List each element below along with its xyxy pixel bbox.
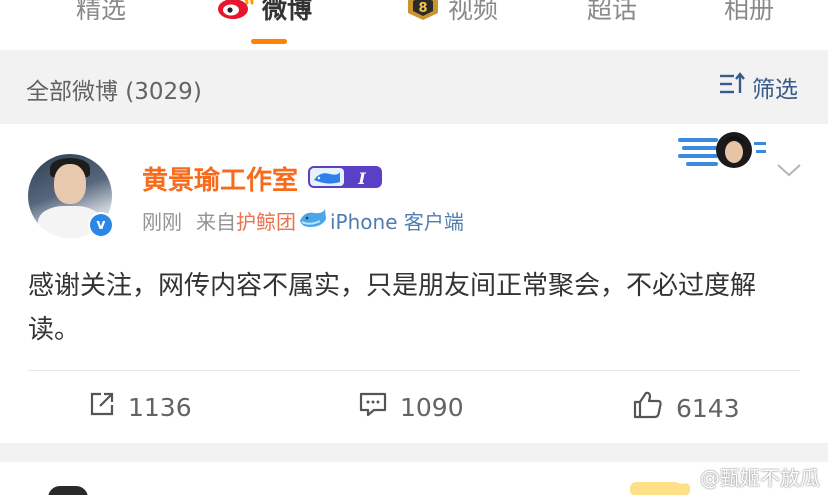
like-count: 6143: [676, 393, 740, 423]
filter-button[interactable]: 筛选: [718, 70, 798, 104]
post-meta: 刚刚 来自 护鲸团 iPhone 客户端: [142, 206, 464, 235]
weibo-watermark-icon: [672, 464, 700, 489]
tab-featured[interactable]: 精选: [76, 0, 126, 26]
vip-whale-badge-icon[interactable]: I: [298, 162, 384, 196]
active-tab-indicator: [251, 39, 287, 44]
divider: [28, 370, 800, 371]
source-name[interactable]: 护鲸团: [236, 206, 296, 235]
whale-icon: [296, 207, 330, 234]
weibo-logo-icon: [216, 0, 256, 27]
tab-label: 精选: [76, 0, 127, 24]
watermark-text: @甄姬不放瓜: [700, 466, 820, 490]
repost-icon: [88, 390, 128, 424]
next-post-avatar[interactable]: [48, 486, 88, 495]
source-prefix: 来自: [196, 210, 236, 234]
filter-icon: [718, 72, 752, 102]
post-count-title: 全部微博 (3029): [26, 79, 202, 105]
source-client[interactable]: iPhone 客户端: [330, 206, 464, 235]
like-icon: [632, 390, 676, 426]
tab-label: 相册: [724, 0, 775, 24]
author-name[interactable]: 黄景瑜工作室: [142, 160, 298, 197]
filter-button-label: 筛选: [752, 77, 798, 103]
tab-album[interactable]: 相册: [724, 0, 774, 26]
repost-button[interactable]: 1136: [88, 390, 192, 424]
comment-button[interactable]: 1090: [358, 390, 464, 424]
comment-icon: [358, 390, 400, 424]
repost-count: 1136: [128, 392, 192, 422]
vip-level: I: [357, 169, 366, 188]
tab-weibo[interactable]: 微博: [216, 0, 312, 26]
comment-count: 1090: [400, 392, 464, 422]
tab-label: 视频: [448, 0, 499, 24]
like-button[interactable]: 6143: [632, 390, 740, 426]
video-badge-icon: 8: [404, 0, 442, 27]
tab-label: 微博: [262, 0, 313, 24]
post-card: v 黄景瑜工作室 I 刚刚 来自 护鲸团 iPhone 客户端 感谢关注，网传内…: [0, 124, 828, 443]
author-row: 黄景瑜工作室 I: [142, 160, 384, 197]
post-text: 感谢关注，网传内容不属实，只是朋友间正常聚会，不必过度解读。: [28, 271, 757, 345]
tab-label: 超话: [587, 0, 638, 24]
post-time: 刚刚: [142, 210, 182, 234]
tab-video[interactable]: 8 视频: [404, 0, 498, 26]
tab-supertopic[interactable]: 超话: [587, 0, 637, 26]
watermark: @甄姬不放瓜: [672, 462, 820, 491]
filter-bar: 全部微博 (3029) 筛选: [0, 50, 828, 124]
top-tab-bar: 精选 微博 8 视频 超话 相册: [0, 0, 828, 50]
svg-text:8: 8: [418, 1, 427, 16]
verified-icon: v: [88, 212, 114, 238]
